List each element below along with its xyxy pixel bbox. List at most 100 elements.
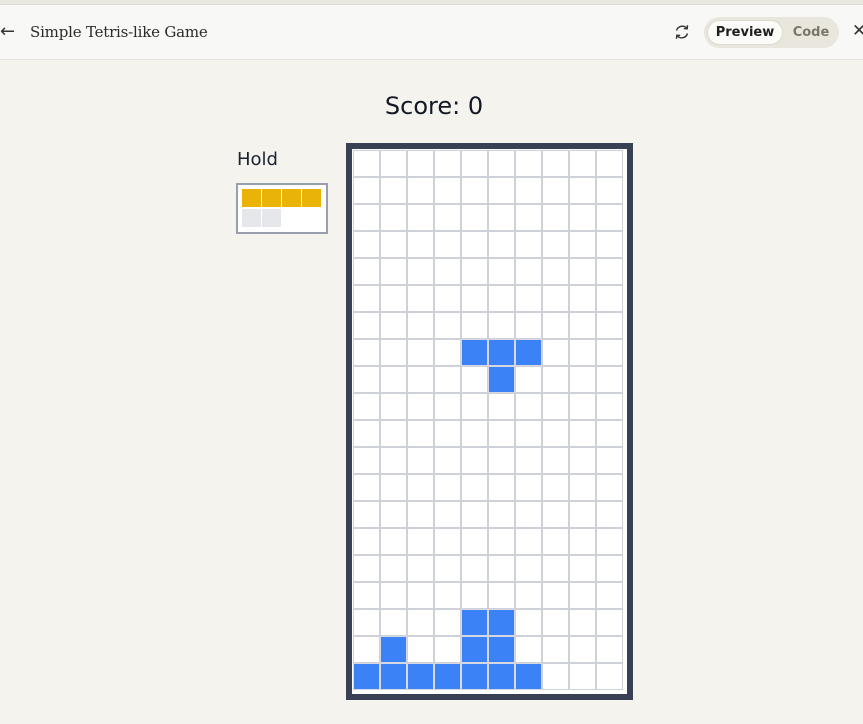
board-cell xyxy=(542,474,569,501)
board-cell xyxy=(461,528,488,555)
board-cell xyxy=(407,393,434,420)
board-cell xyxy=(434,474,461,501)
board-cell xyxy=(569,204,596,231)
board-cell xyxy=(407,474,434,501)
code-tab[interactable]: Code xyxy=(786,20,836,45)
board-cell xyxy=(596,258,623,285)
hold-cell-empty xyxy=(242,209,261,227)
app-header: ← Simple Tetris-like Game Preview Code ✕ xyxy=(0,5,863,60)
board-cell xyxy=(488,501,515,528)
board-cell xyxy=(353,528,380,555)
board-cell xyxy=(515,474,542,501)
board-cell xyxy=(515,204,542,231)
board-cell xyxy=(380,366,407,393)
board-cell-filled xyxy=(353,663,380,690)
board-cell xyxy=(380,528,407,555)
board-cell xyxy=(434,150,461,177)
board-cell-filled xyxy=(515,339,542,366)
board-cell xyxy=(515,177,542,204)
board-cell xyxy=(488,150,515,177)
board-cell xyxy=(461,231,488,258)
board-cell xyxy=(569,447,596,474)
board-cell xyxy=(434,528,461,555)
board-cell-filled xyxy=(380,663,407,690)
board-cell xyxy=(542,420,569,447)
arrow-left-icon[interactable]: ← xyxy=(0,22,18,42)
board-cell xyxy=(380,204,407,231)
board-cell xyxy=(380,258,407,285)
board-cell xyxy=(569,231,596,258)
board-cell xyxy=(461,420,488,447)
board-cell xyxy=(380,447,407,474)
board-cell xyxy=(407,555,434,582)
board-cell xyxy=(569,636,596,663)
board-cell xyxy=(434,339,461,366)
board-cell xyxy=(488,528,515,555)
board-cell xyxy=(515,258,542,285)
board-cell xyxy=(461,150,488,177)
board-cell xyxy=(461,555,488,582)
game-board[interactable] xyxy=(346,143,633,700)
board-cell xyxy=(434,393,461,420)
board-cell-filled xyxy=(434,663,461,690)
board-cell xyxy=(488,420,515,447)
board-cell xyxy=(353,150,380,177)
board-cell xyxy=(380,393,407,420)
board-cell xyxy=(596,204,623,231)
board-cell xyxy=(407,420,434,447)
board-cell xyxy=(434,636,461,663)
score-display: Score: 0 xyxy=(384,92,484,120)
board-cell xyxy=(407,582,434,609)
board-cell xyxy=(596,339,623,366)
board-cell xyxy=(434,204,461,231)
app-title: Simple Tetris-like Game xyxy=(30,23,208,41)
board-cell xyxy=(353,420,380,447)
board-cell-filled xyxy=(488,609,515,636)
board-cell xyxy=(488,285,515,312)
board-cell xyxy=(407,339,434,366)
board-cell xyxy=(542,204,569,231)
board-cell xyxy=(434,231,461,258)
hold-label: Hold xyxy=(237,149,278,170)
board-cell xyxy=(596,366,623,393)
board-cell xyxy=(488,204,515,231)
board-cell xyxy=(434,555,461,582)
hold-cell-filled xyxy=(242,189,261,207)
board-cell xyxy=(542,555,569,582)
board-cell xyxy=(461,177,488,204)
board-cell xyxy=(461,204,488,231)
board-cell xyxy=(353,339,380,366)
board-cell-filled xyxy=(461,339,488,366)
board-cell xyxy=(353,366,380,393)
board-cell xyxy=(488,177,515,204)
board-cell xyxy=(488,447,515,474)
preview-code-toggle: Preview Code xyxy=(704,17,839,48)
board-cell xyxy=(434,177,461,204)
board-cell xyxy=(434,366,461,393)
board-cell xyxy=(353,312,380,339)
board-cell-filled xyxy=(461,663,488,690)
board-cell xyxy=(596,582,623,609)
board-cell xyxy=(434,501,461,528)
hold-cell-filled xyxy=(282,189,301,207)
board-cell xyxy=(407,258,434,285)
board-cell xyxy=(515,636,542,663)
preview-tab[interactable]: Preview xyxy=(707,20,783,45)
board-cell xyxy=(569,474,596,501)
board-cell xyxy=(353,393,380,420)
hold-cell-filled xyxy=(262,189,281,207)
close-icon[interactable]: ✕ xyxy=(852,21,863,41)
hold-piece-preview xyxy=(236,183,328,234)
board-cell xyxy=(380,312,407,339)
board-cell xyxy=(596,528,623,555)
board-cell-filled xyxy=(488,663,515,690)
board-cell xyxy=(380,231,407,258)
refresh-icon[interactable] xyxy=(672,22,692,42)
board-cell xyxy=(596,312,623,339)
board-cell xyxy=(569,177,596,204)
board-cell xyxy=(407,366,434,393)
board-cell xyxy=(596,501,623,528)
board-cell xyxy=(569,285,596,312)
board-cell xyxy=(569,528,596,555)
board-cell xyxy=(542,177,569,204)
